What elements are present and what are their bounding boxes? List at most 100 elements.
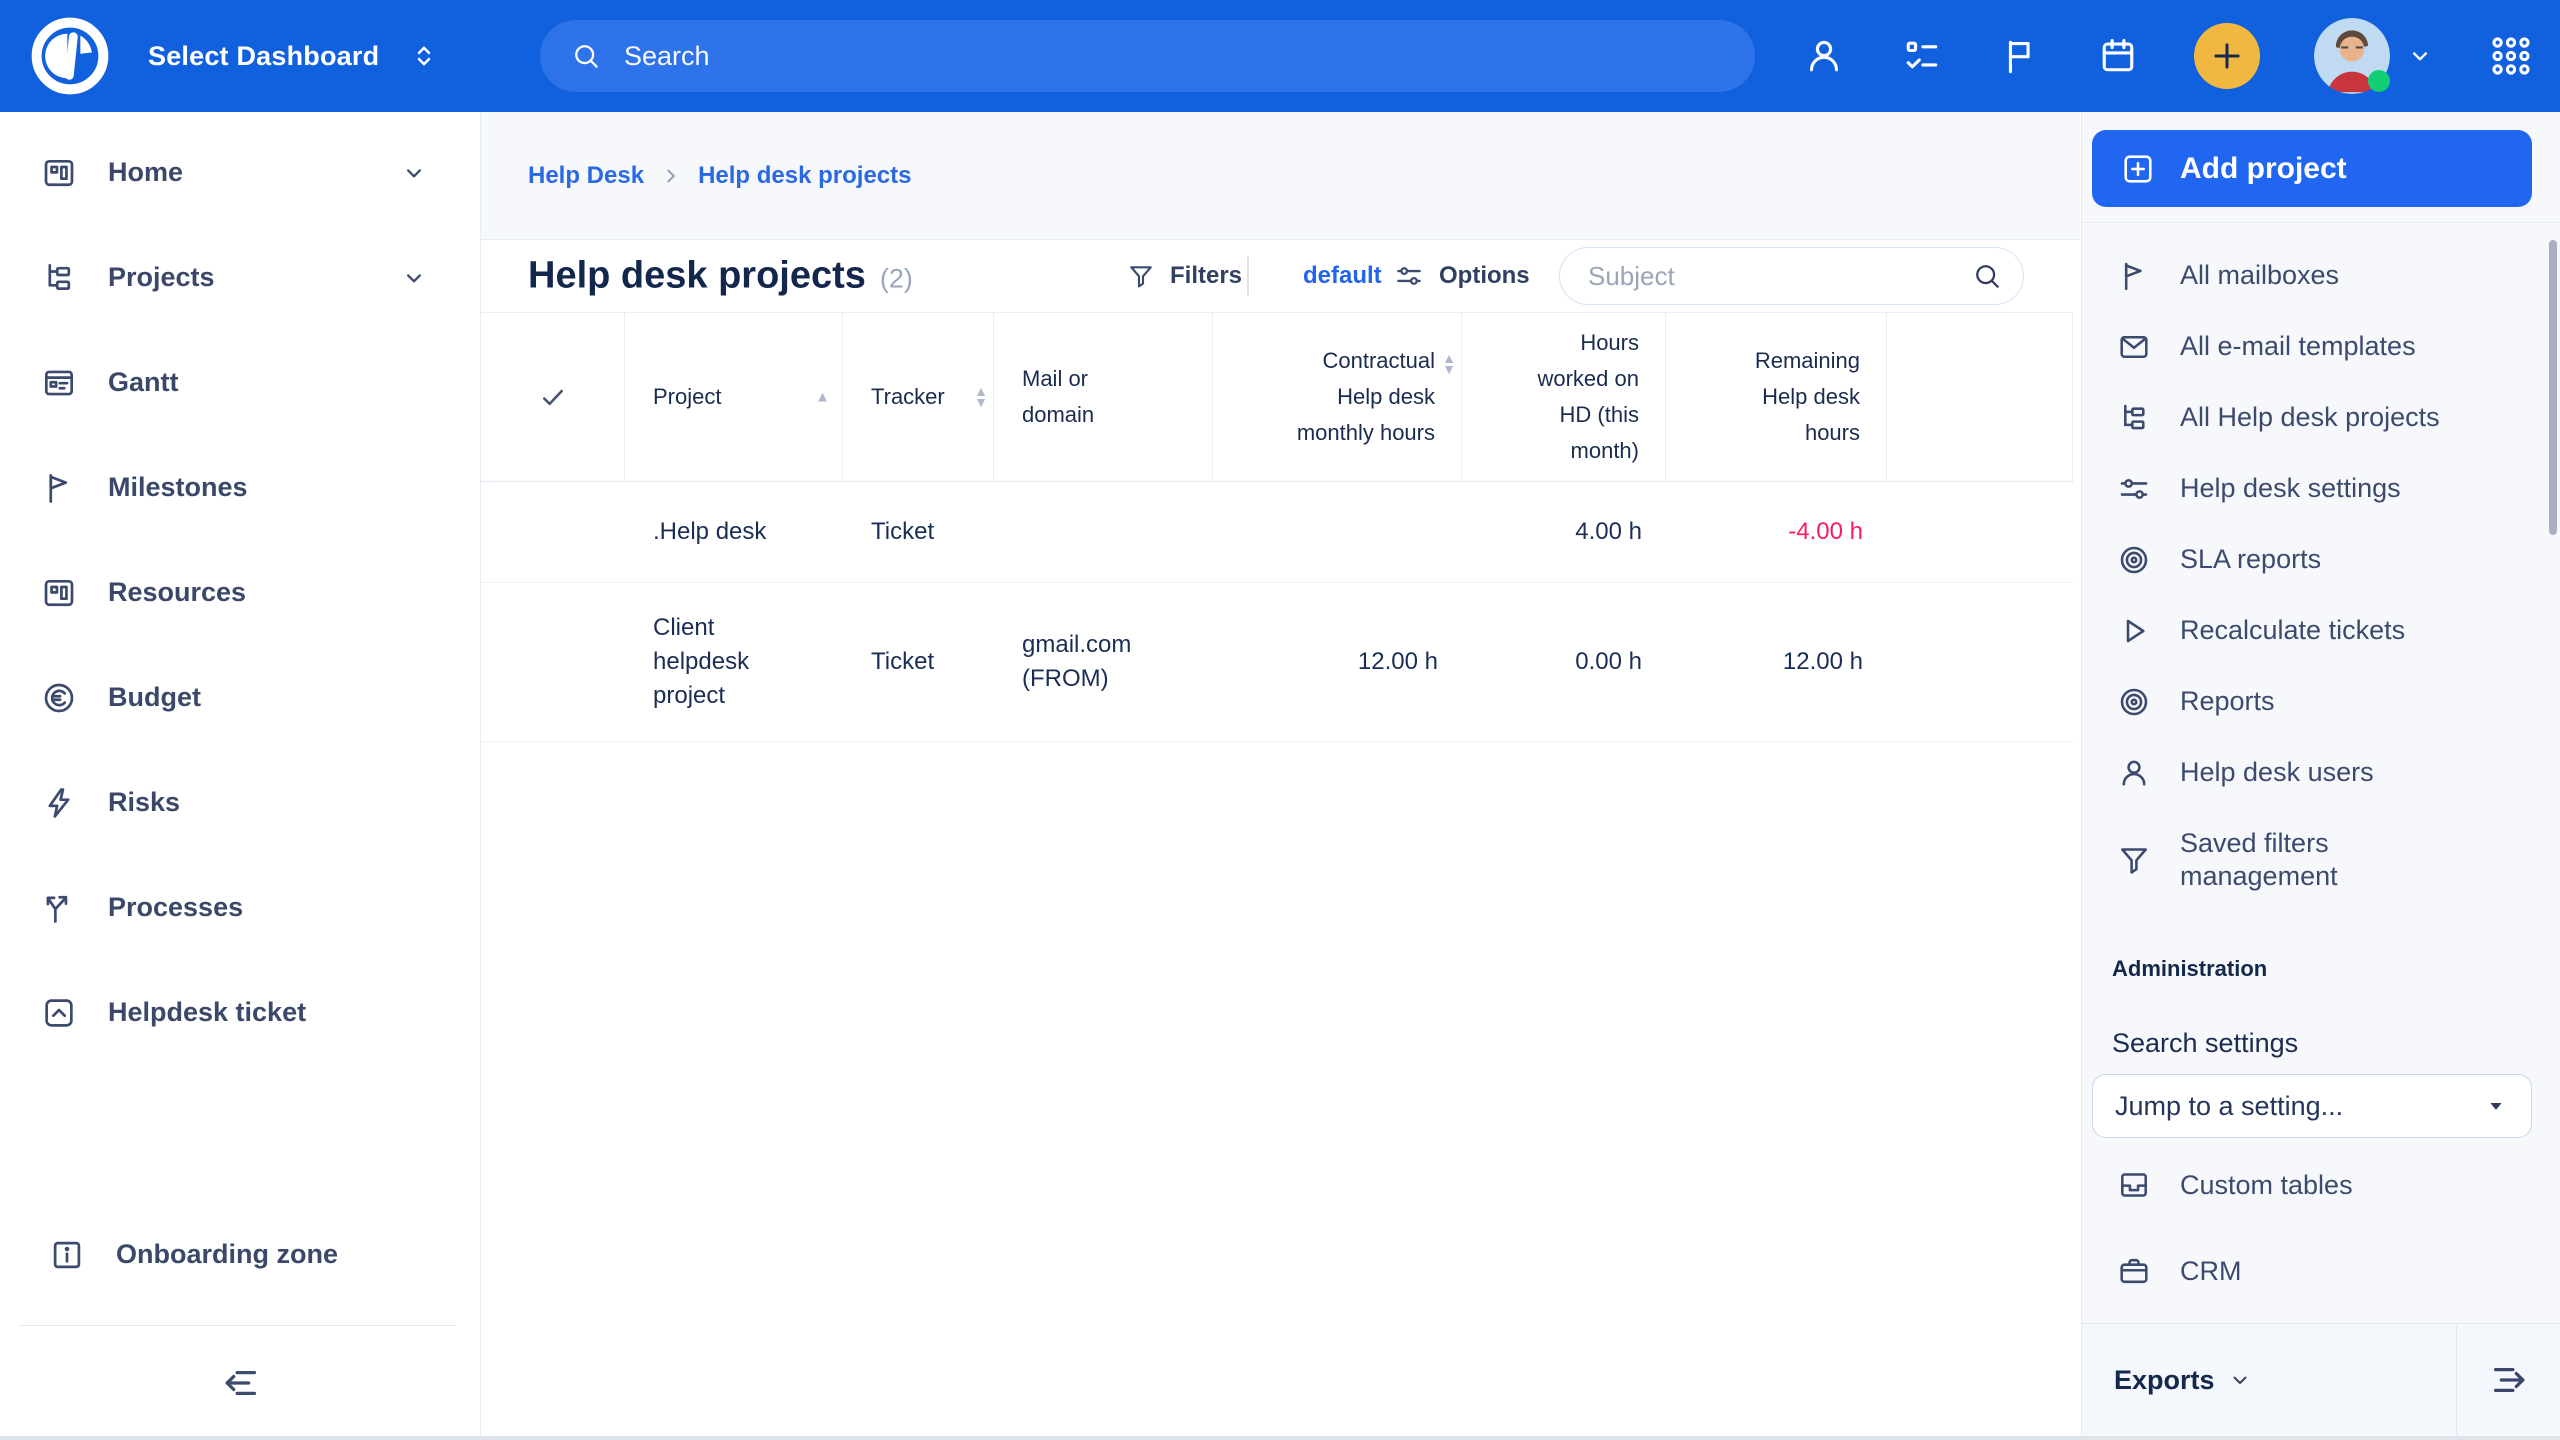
status-dot-online [2368,70,2390,92]
column-header-remaining[interactable]: Remaining Help desk hours [1666,313,1887,481]
sidebar-item-onboarding-zone[interactable]: Onboarding zone [0,1202,480,1307]
breadcrumb-link-help-desk[interactable]: Help Desk [528,162,644,190]
subject-search-input[interactable] [1586,260,1971,293]
chevron-down-icon[interactable] [400,264,428,292]
add-project-button[interactable]: Add project [2092,130,2532,207]
global-search[interactable] [540,20,1755,92]
menu-item-sla-reports[interactable]: SLA reports [2082,524,2550,595]
user-icon [1802,34,1846,78]
sort-icons[interactable]: ▲▼ [1442,353,1456,375]
global-search-input[interactable] [622,40,1725,73]
column-header-mail[interactable]: Mail or domain [994,313,1213,481]
topbar-actions [1802,0,2534,112]
menu-item-recalculate-tickets[interactable]: Recalculate tickets [2082,595,2550,666]
table-row[interactable]: Client helpdesk projectTicketgmail.com (… [481,583,2073,742]
sidebar-item-label: Budget [108,682,201,713]
options-button[interactable]: Options [1393,260,1530,292]
sidebar-collapse-button[interactable] [218,1360,264,1406]
menu-item-label: Recalculate tickets [2180,614,2405,647]
menu-item-custom-tables[interactable]: Custom tables [2082,1142,2550,1228]
column-header-label: Hours worked on HD (this month) [1537,325,1639,469]
menu-item-crm[interactable]: CRM [2082,1228,2550,1314]
help-desk-panel: Add project All mailboxesAll e-mail temp… [2081,112,2560,1440]
administration-items: Custom tablesCRM [2082,1142,2550,1314]
active-filter-link[interactable]: default [1303,262,1382,290]
sidebar-item-label: Milestones [108,472,248,503]
plus-square-icon [2120,151,2156,187]
table-row[interactable]: .Help deskTicket4.00 h-4.00 h [481,482,2073,583]
layout-icon [40,574,78,612]
right-panel-scrollbar[interactable] [2549,240,2557,535]
table-body: .Help deskTicket4.00 h-4.00 hClient help… [481,482,2073,742]
menu-item-saved-filters-management[interactable]: Saved filters management [2082,808,2550,912]
sidebar-item-budget[interactable]: Budget [0,645,480,750]
play-icon [2116,613,2152,649]
sidebar-item-risks[interactable]: Risks [0,750,480,855]
user-menu[interactable] [2314,18,2434,94]
page-title: Help desk projects (2) [528,255,913,298]
subject-search [1559,247,2024,305]
search-icon[interactable] [1971,260,2003,292]
menu-item-help-desk-settings[interactable]: Help desk settings [2082,453,2550,524]
chevron-down-icon[interactable] [400,159,428,187]
briefcase-icon [2116,1253,2152,1289]
help-desk-menu: All mailboxesAll e-mail templatesAll Hel… [2082,240,2550,912]
my-page-button[interactable] [1802,34,1846,78]
sidebar-item-resources[interactable]: Resources [0,540,480,645]
sidebar-item-helpdesk-ticket[interactable]: Helpdesk ticket [0,960,480,1065]
sort-icons[interactable]: ▲▼ [974,386,988,408]
sidebar-item-projects[interactable]: Projects [0,225,480,330]
sidebar-item-label: Gantt [108,367,179,398]
record-count: (2) [880,264,913,295]
column-header-project[interactable]: Project▲ [625,313,843,481]
column-header-contractual[interactable]: Contractual Help desk monthly hours▲▼ [1213,313,1462,481]
check-icon[interactable] [538,382,568,412]
panel-collapse-button[interactable] [2457,1324,2560,1436]
menu-item-help-desk-users[interactable]: Help desk users [2082,737,2550,808]
sidebar-item-home[interactable]: Home [0,120,480,225]
column-header-select[interactable] [481,313,625,481]
column-header-tracker[interactable]: Tracker▲▼ [843,313,994,481]
tasks-button[interactable] [1900,34,1944,78]
exports-bar: Exports [2082,1323,2560,1436]
column-header-spacer [1887,313,2073,481]
breadcrumb-link-help-desk-projects[interactable]: Help desk projects [698,162,911,190]
menu-item-label: Saved filters management [2180,827,2338,893]
filters-label: Filters [1170,262,1242,290]
sidebar-item-milestones[interactable]: Milestones [0,435,480,540]
quick-add-button[interactable] [2194,23,2260,89]
flags-button[interactable] [1998,34,2042,78]
menu-item-all-help-desk-projects[interactable]: All Help desk projects [2082,382,2550,453]
column-header-hours_worked[interactable]: Hours worked on HD (this month) [1462,313,1666,481]
menu-item-label: Help desk settings [2180,472,2401,505]
cell-select [481,583,625,741]
menu-item-reports[interactable]: Reports [2082,666,2550,737]
chevron-down-icon [2227,1367,2253,1393]
calendar-icon [2096,34,2140,78]
dashboard-selector[interactable]: Select Dashboard [148,0,439,112]
sidebar-item-label: Onboarding zone [116,1239,338,1270]
exports-button[interactable]: Exports [2082,1324,2456,1436]
filters-button[interactable]: Filters [1126,261,1242,291]
sort-asc-icon[interactable]: ▲ [815,390,830,405]
panel-divider [2082,222,2560,223]
column-header-label: Mail or domain [1022,361,1094,433]
cell-project[interactable]: .Help desk [625,482,843,582]
user-icon [2116,755,2152,791]
jump-to-setting-select[interactable]: Jump to a setting... [2092,1074,2532,1138]
app-root: Select Dashboard [0,0,2560,1440]
pennant-icon [40,469,78,507]
calendar-button[interactable] [2096,34,2140,78]
sidebar-item-gantt[interactable]: Gantt [0,330,480,435]
menu-item-all-mailboxes[interactable]: All mailboxes [2082,240,2550,311]
sidebar-item-processes[interactable]: Processes [0,855,480,960]
pennant-icon [2116,258,2152,294]
apps-menu-button[interactable] [2488,33,2534,79]
app-logo-icon[interactable] [24,10,116,102]
cell-mail: gmail.com (FROM) [994,583,1213,741]
chevron-right-icon [660,165,682,187]
menu-item-all-e-mail-templates[interactable]: All e-mail templates [2082,311,2550,382]
cell-project[interactable]: Client helpdesk project [625,583,843,741]
updown-icon [409,41,439,71]
window-icon [40,364,78,402]
